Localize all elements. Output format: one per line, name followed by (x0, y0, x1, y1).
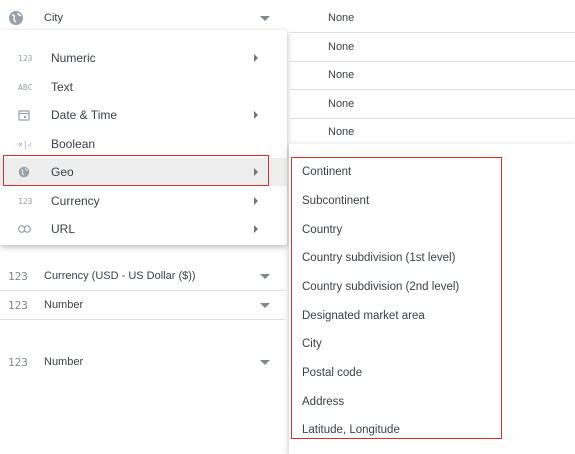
chevron-down-icon[interactable] (260, 16, 270, 21)
menu-item-boolean[interactable]: ×|✓ Boolean (0, 130, 287, 158)
aggregation-row[interactable]: None (290, 33, 575, 62)
aggregation-row[interactable]: None (290, 4, 575, 33)
field-row-currency[interactable]: 123 Currency (USD - US Dollar ($)) (0, 262, 285, 291)
submenu-item-subcontinent[interactable]: Subcontinent (302, 195, 369, 207)
field-type-menu: 123 Numeric ABC Text Date & Time ×|✓ Boo… (0, 30, 287, 245)
chevron-down-icon[interactable] (260, 274, 270, 279)
chevron-right-icon (254, 54, 258, 62)
numeric-icon: 123 (18, 53, 33, 63)
menu-item-label: Numeric (51, 51, 96, 65)
field-row-number[interactable]: 123 Number (0, 291, 285, 320)
aggregation-value: None (328, 126, 355, 138)
numeric-icon: 123 (8, 355, 28, 369)
field-type-label: City (44, 12, 63, 24)
menu-item-text[interactable]: ABC Text (0, 73, 287, 101)
numeric-icon: 123 (8, 269, 28, 283)
numeric-icon: 123 (18, 196, 33, 206)
menu-item-date-time[interactable]: Date & Time (0, 101, 287, 129)
field-type-label: Currency (USD - US Dollar ($)) (44, 270, 196, 282)
submenu-item-country-subdivision-2[interactable]: Country subdivision (2nd level) (302, 281, 459, 293)
submenu-item-designated-market-area[interactable]: Designated market area (302, 310, 425, 322)
aggregation-row[interactable]: None (290, 61, 575, 90)
chevron-right-icon (254, 225, 258, 233)
chevron-down-icon[interactable] (260, 303, 270, 308)
calendar-icon (18, 108, 36, 122)
submenu-item-country-subdivision-1[interactable]: Country subdivision (1st level) (302, 252, 455, 264)
geo-highlight-outline (3, 155, 269, 186)
menu-item-label: Text (51, 80, 74, 94)
submenu-item-continent[interactable]: Continent (302, 166, 351, 178)
menu-item-numeric[interactable]: 123 Numeric (0, 44, 287, 72)
text-icon: ABC (18, 82, 33, 92)
submenu-item-country[interactable]: Country (302, 224, 342, 236)
field-row-number-2[interactable]: 123 Number (0, 348, 285, 376)
field-row-city[interactable]: City (0, 4, 285, 32)
field-type-label: Number (44, 299, 84, 311)
link-icon (18, 222, 36, 236)
submenu-item-postal-code[interactable]: Postal code (302, 367, 362, 379)
aggregation-value: None (328, 98, 355, 110)
submenu-item-city[interactable]: City (302, 338, 322, 350)
aggregation-value: None (328, 69, 355, 81)
menu-item-url[interactable]: URL (0, 215, 287, 243)
aggregation-row[interactable]: None (290, 118, 575, 147)
menu-item-label: Date & Time (51, 108, 118, 122)
menu-item-label: URL (51, 222, 76, 236)
menu-item-currency[interactable]: 123 Currency (0, 187, 287, 215)
chevron-right-icon (254, 197, 258, 205)
menu-item-label: Currency (51, 194, 100, 208)
aggregation-value: None (328, 12, 355, 24)
submenu-item-address[interactable]: Address (302, 396, 344, 408)
field-type-label: Number (44, 356, 84, 368)
globe-icon (8, 10, 30, 26)
aggregation-row[interactable]: None (290, 90, 575, 119)
chevron-right-icon (254, 111, 258, 119)
boolean-icon: ×|✓ (18, 139, 33, 149)
chevron-down-icon[interactable] (260, 360, 270, 365)
aggregation-value: None (328, 41, 355, 53)
submenu-item-latitude-longitude[interactable]: Latitude, Longitude (302, 424, 400, 436)
menu-item-label: Boolean (51, 137, 96, 151)
numeric-icon: 123 (8, 298, 28, 312)
